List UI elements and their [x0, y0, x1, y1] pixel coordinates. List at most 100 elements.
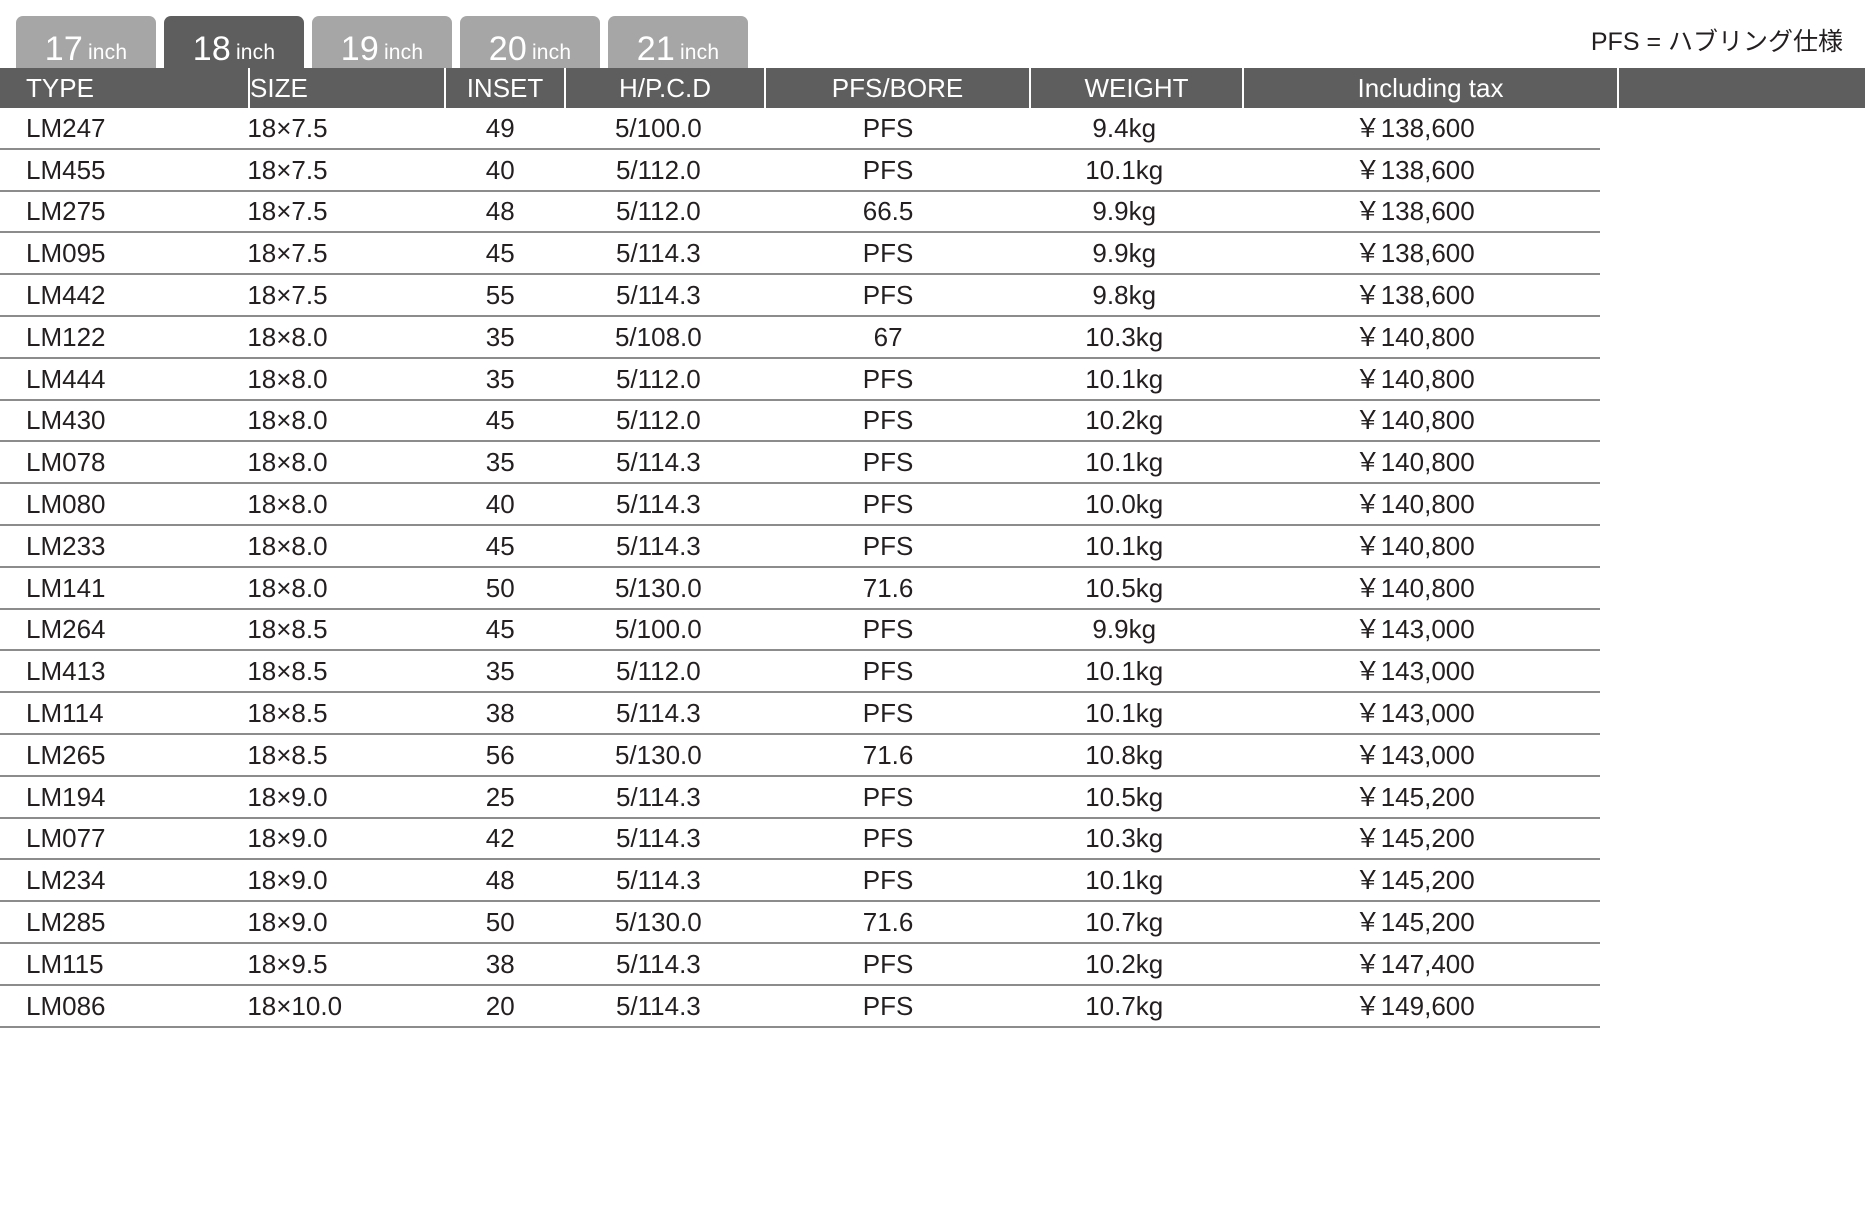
cell-weight: 10.8kg: [1085, 739, 1164, 770]
table-row[interactable]: LM078 18×8.0 35 5/114.3 PFS 10.1kg ￥140,800: [0, 442, 1600, 485]
cell-type: LM247: [26, 112, 106, 143]
cell-pfs-bore: PFS: [862, 948, 914, 979]
cell-type: LM442: [26, 280, 106, 311]
cell-pfs-bore: PFS: [862, 112, 914, 143]
cell-inset: 38: [485, 698, 515, 729]
cell-size: 18×7.5: [247, 154, 328, 185]
cell-hpcd: 5/114.3: [615, 530, 701, 561]
tab-17-inch[interactable]: 17 inch: [16, 16, 156, 68]
cell-inset: 45: [485, 614, 515, 645]
cell-inset: 40: [485, 154, 515, 185]
cell-pfs-bore: PFS: [862, 530, 914, 561]
cell-pfs-bore: 67: [873, 321, 903, 352]
cell-hpcd: 5/114.3: [615, 948, 701, 979]
cell-pfs-bore: PFS: [862, 238, 914, 269]
cell-size: 18×7.5: [247, 280, 328, 311]
cell-size: 18×9.0: [247, 823, 328, 854]
cell-hpcd: 5/100.0: [614, 614, 702, 645]
cell-type: LM455: [26, 154, 106, 185]
table-row[interactable]: LM247 18×7.5 49 5/100.0 PFS 9.4kg ￥138,600: [0, 108, 1600, 150]
cell-hpcd: 5/114.3: [615, 447, 701, 478]
cell-type: LM115: [26, 948, 104, 979]
table-header-row: TYPE SIZE INSET H/P.C.D PFS/BORE WEIGHT …: [0, 68, 1865, 108]
table-row[interactable]: LM285 18×9.0 50 5/130.0 71.6 10.7kg ￥145,200: [0, 902, 1600, 944]
column-header-hpcd: H/P.C.D: [566, 68, 766, 108]
table-row[interactable]: LM141 18×8.0 50 5/130.0 71.6 10.5kg ￥140,800: [0, 567, 1600, 610]
table-row[interactable]: LM444 18×8.0 35 5/112.0 PFS 10.1kg ￥140,800: [0, 358, 1600, 401]
cell-weight: 9.9kg: [1092, 196, 1157, 227]
tab-21-inch-unit: inch: [679, 41, 720, 64]
cell-size: 18×10.0: [247, 990, 343, 1021]
table-row[interactable]: LM095 18×7.5 45 5/114.3 PFS 9.9kg ￥138,600: [0, 233, 1600, 276]
cell-inset: 45: [485, 238, 515, 269]
tab-18-inch[interactable]: 18 inch: [164, 16, 304, 68]
wheel-spec-page: 17 inch 18 inch 19 inch 20 inch 21 inch …: [0, 0, 1865, 1214]
cell-size: 18×8.0: [247, 489, 328, 520]
cell-inset: 48: [485, 865, 515, 896]
cell-type: LM194: [26, 781, 106, 812]
column-header-inset: INSET: [446, 68, 566, 108]
column-header-pfs-bore: PFS/BORE: [766, 68, 1031, 108]
table-row[interactable]: LM122 18×8.0 35 5/108.0 67 10.3kg ￥140,800: [0, 316, 1600, 359]
cell-hpcd: 5/114.3: [615, 865, 701, 896]
cell-hpcd: 5/112.0: [615, 656, 701, 687]
cell-including-tax: ￥147,400: [1354, 948, 1475, 979]
cell-including-tax: ￥140,800: [1354, 363, 1475, 394]
table-row[interactable]: LM233 18×8.0 45 5/114.3 PFS 10.1kg ￥140,800: [0, 525, 1600, 568]
cell-size: 18×8.0: [247, 405, 328, 436]
table-row[interactable]: LM455 18×7.5 40 5/112.0 PFS 10.1kg ￥138,600: [0, 149, 1600, 192]
table-row[interactable]: LM077 18×9.0 42 5/114.3 PFS 10.3kg ￥145,200: [0, 818, 1600, 861]
cell-including-tax: ￥143,000: [1354, 614, 1475, 645]
cell-hpcd: 5/114.3: [615, 489, 701, 520]
cell-size: 18×8.5: [247, 656, 328, 687]
tab-21-inch[interactable]: 21 inch: [608, 16, 748, 68]
cell-hpcd: 5/130.0: [614, 572, 702, 603]
table-row[interactable]: LM114 18×8.5 38 5/114.3 PFS 10.1kg ￥143,000: [0, 693, 1600, 735]
cell-pfs-bore: PFS: [862, 154, 914, 185]
cell-pfs-bore: PFS: [862, 698, 914, 729]
table-row[interactable]: LM080 18×8.0 40 5/114.3 PFS 10.0kg ￥140,800: [0, 484, 1600, 526]
cell-inset: 45: [485, 405, 515, 436]
cell-type: LM122: [26, 321, 106, 352]
tab-18-inch-number: 18: [192, 30, 231, 68]
table-row[interactable]: LM275 18×7.5 48 5/112.0 66.5 9.9kg ￥138,600: [0, 191, 1600, 234]
cell-including-tax: ￥143,000: [1354, 698, 1475, 729]
table-row[interactable]: LM115 18×9.5 38 5/114.3 PFS 10.2kg ￥147,400: [0, 943, 1600, 986]
table-row[interactable]: LM086 18×10.0 20 5/114.3 PFS 10.7kg ￥149,600: [0, 985, 1600, 1028]
cell-size: 18×7.5: [247, 238, 328, 269]
cell-including-tax: ￥145,200: [1354, 823, 1475, 854]
cell-pfs-bore: PFS: [862, 489, 914, 520]
cell-including-tax: ￥140,800: [1354, 405, 1475, 436]
table-row[interactable]: LM413 18×8.5 35 5/112.0 PFS 10.1kg ￥143,000: [0, 651, 1600, 694]
cell-size: 18×8.0: [247, 363, 328, 394]
cell-including-tax: ￥143,000: [1354, 739, 1475, 770]
table-row[interactable]: LM442 18×7.5 55 5/114.3 PFS 9.8kg ￥138,600: [0, 275, 1600, 317]
cell-size: 18×8.0: [247, 530, 328, 561]
cell-size: 18×8.5: [247, 739, 328, 770]
tab-20-inch[interactable]: 20 inch: [460, 16, 600, 68]
cell-size: 18×9.0: [247, 865, 328, 896]
tab-19-inch[interactable]: 19 inch: [312, 16, 452, 68]
cell-including-tax: ￥145,200: [1354, 907, 1475, 938]
cell-pfs-bore: 66.5: [862, 196, 914, 227]
cell-inset: 20: [485, 990, 515, 1021]
cell-pfs-bore: PFS: [862, 447, 914, 478]
table-row[interactable]: LM265 18×8.5 56 5/130.0 71.6 10.8kg ￥143,000: [0, 734, 1600, 777]
cell-size: 18×9.0: [247, 907, 328, 938]
table-row[interactable]: LM234 18×9.0 48 5/114.3 PFS 10.1kg ￥145,200: [0, 860, 1600, 903]
table-row[interactable]: LM194 18×9.0 25 5/114.3 PFS 10.5kg ￥145,200: [0, 776, 1600, 819]
cell-hpcd: 5/112.0: [615, 405, 701, 436]
cell-inset: 35: [485, 321, 515, 352]
cell-weight: 10.3kg: [1085, 823, 1164, 854]
cell-inset: 38: [485, 948, 515, 979]
table-row[interactable]: LM430 18×8.0 45 5/112.0 PFS 10.2kg ￥140,800: [0, 400, 1600, 443]
table-row[interactable]: LM264 18×8.5 45 5/100.0 PFS 9.9kg ￥143,000: [0, 609, 1600, 652]
column-header-type: TYPE: [0, 68, 250, 108]
cell-hpcd: 5/130.0: [614, 907, 702, 938]
cell-weight: 10.2kg: [1085, 405, 1164, 436]
cell-inset: 49: [485, 112, 515, 143]
cell-pfs-bore: 71.6: [862, 907, 914, 938]
cell-weight: 10.7kg: [1085, 907, 1164, 938]
cell-pfs-bore: PFS: [862, 280, 914, 311]
cell-size: 18×8.5: [247, 698, 328, 729]
